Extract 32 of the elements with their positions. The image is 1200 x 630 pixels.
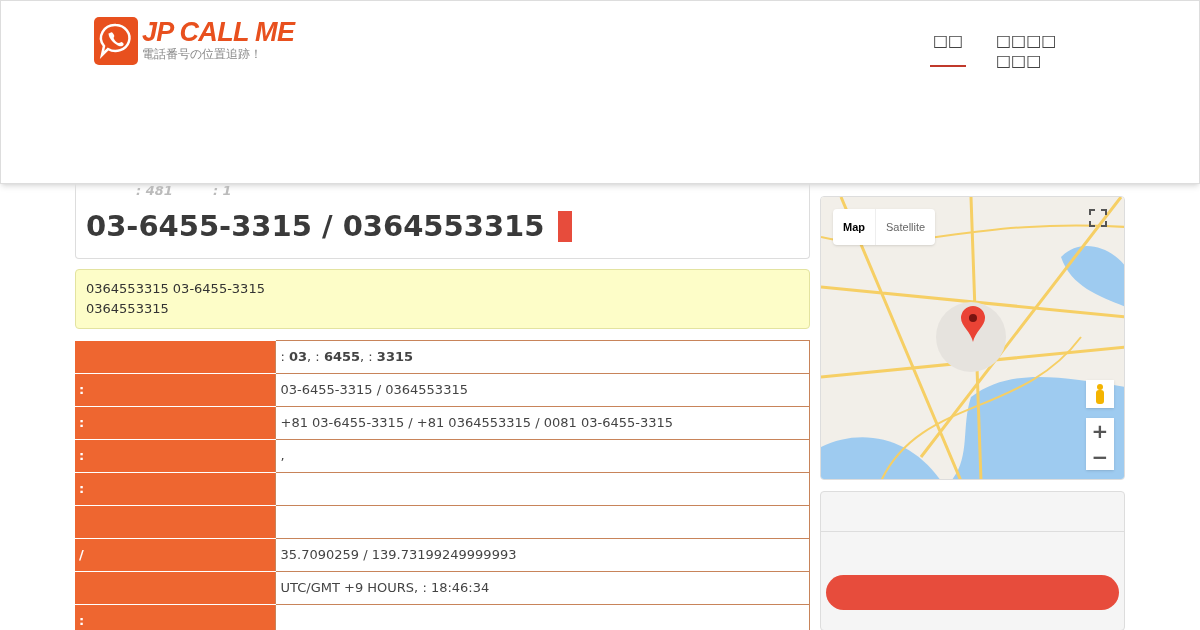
row-value: UTC/GMT +9 HOURS, : 18:46:34 [275, 571, 810, 605]
map-type-tab[interactable]: Map [833, 209, 875, 245]
logo-icon [94, 17, 138, 65]
map-type-tab[interactable]: Satellite [875, 209, 936, 245]
nav-link[interactable]: □□□□ □□□ [996, 31, 1066, 71]
logo-tagline: 電話番号の位置追跡！ [142, 47, 263, 61]
stat-text: : 481 [136, 184, 173, 198]
notice-text: 0364553315 [86, 300, 170, 318]
person-icon [1095, 384, 1105, 404]
row-value: 35.7090259 / 139.73199249999993 [275, 538, 810, 572]
stat-text: : 1 [212, 184, 232, 198]
page-title: 03-6455-3315 / 0364553315 [86, 208, 545, 245]
street-view-button[interactable] [1086, 380, 1114, 408]
row-value: +81 03-6455-3315 / +81 0364553315 / 0081 03-6455-3315 [275, 406, 810, 440]
row-label: : [75, 472, 275, 506]
marker-icon [558, 210, 573, 242]
fullscreen-icon[interactable] [1089, 209, 1107, 227]
notice-text: 0364553315 03-6455-3315 [86, 280, 266, 298]
row-label: : [75, 373, 275, 407]
zoom-out-button[interactable]: − [1086, 444, 1114, 470]
row-label: : [75, 604, 275, 630]
row-value: 03-6455-3315 / 0364553315 [275, 373, 810, 407]
location-pin-icon [961, 306, 985, 342]
action-button[interactable] [826, 575, 1119, 610]
row-label: / [75, 538, 275, 572]
row-label: : [75, 439, 275, 473]
row-value: : 03, : 6455, : 3315 [275, 340, 810, 374]
logo-text[interactable]: JP CALL ME [142, 17, 295, 47]
row-value: , [275, 439, 810, 473]
row-label: : [75, 406, 275, 440]
nav-link[interactable]: □□ [930, 31, 966, 67]
zoom-in-button[interactable]: + [1086, 418, 1114, 444]
